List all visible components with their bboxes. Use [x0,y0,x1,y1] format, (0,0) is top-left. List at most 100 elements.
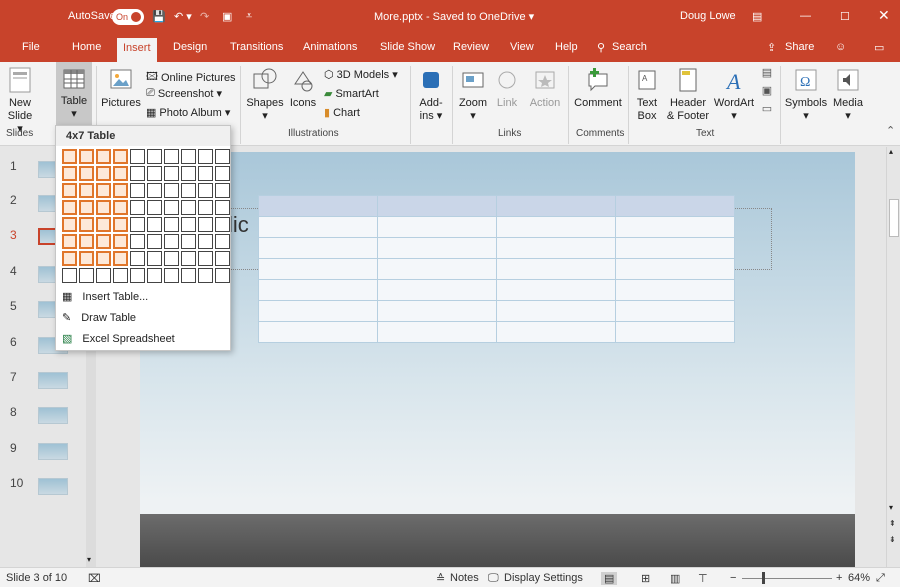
grid-cell[interactable] [113,251,128,266]
normal-view-icon[interactable]: ▤ [601,572,618,585]
grid-cell[interactable] [130,166,145,181]
grid-cell[interactable] [215,149,230,164]
table-grid-picker[interactable] [62,149,230,283]
grid-cell[interactable] [198,166,213,181]
wordart-button[interactable]: A WordArt ▾ [712,66,756,123]
start-from-beginning-icon[interactable]: ▣ [222,10,232,23]
grid-cell[interactable] [62,251,77,266]
grid-cell[interactable] [147,166,162,181]
grid-cell[interactable] [215,268,230,283]
undo-icon[interactable]: ↶ ▾ [174,10,192,23]
tab-help[interactable]: Help [555,41,578,53]
grid-cell[interactable] [164,183,179,198]
grid-cell[interactable] [130,217,145,232]
text-box-button[interactable]: A Text Box [632,66,662,123]
grid-cell[interactable] [181,166,196,181]
slide-thumbnail[interactable] [38,443,68,460]
grid-cell[interactable] [62,149,77,164]
tab-insert[interactable]: Insert [117,38,157,62]
zoom-in-icon[interactable]: + [836,572,842,584]
grid-cell[interactable] [62,234,77,249]
grid-cell[interactable] [130,268,145,283]
zoom-button[interactable]: Zoom ▾ [456,66,490,123]
grid-cell[interactable] [96,217,111,232]
scroll-down-arrow[interactable]: ▾ [889,503,893,512]
grid-cell[interactable] [181,217,196,232]
grid-cell[interactable] [147,149,162,164]
table-preview[interactable] [258,195,735,343]
new-slide-button[interactable]: New Slide ▾ [4,66,36,136]
table-button[interactable]: Table ▾ [56,62,92,128]
grid-cell[interactable] [215,183,230,198]
scroll-up-arrow[interactable]: ▴ [889,147,893,156]
tab-transitions[interactable]: Transitions [230,41,283,53]
slide-thumbnail[interactable] [38,372,68,389]
grid-cell[interactable] [62,217,77,232]
redo-icon[interactable]: ↷ [200,10,209,23]
grid-cell[interactable] [215,234,230,249]
user-name[interactable]: Doug Lowe [680,10,736,22]
grid-cell[interactable] [62,183,77,198]
tab-review[interactable]: Review [453,41,489,53]
autosave-toggle[interactable]: On [112,9,144,25]
grid-cell[interactable] [62,166,77,181]
next-slide-icon[interactable]: ⇟ [889,535,896,544]
grid-cell[interactable] [79,183,94,198]
slide-thumbnail[interactable] [38,478,68,495]
tab-animations[interactable]: Animations [303,41,357,53]
tab-slide-show[interactable]: Slide Show [380,41,435,53]
grid-cell[interactable] [96,268,111,283]
insert-table-menu-item[interactable]: ▦ Insert Table... [62,290,148,304]
grid-cell[interactable] [113,234,128,249]
fit-to-window-icon[interactable]: ⤢ [876,572,885,585]
grid-cell[interactable] [147,234,162,249]
grid-cell[interactable] [198,149,213,164]
scroll-thumb[interactable] [889,199,899,237]
grid-cell[interactable] [130,234,145,249]
grid-cell[interactable] [130,149,145,164]
grid-cell[interactable] [79,268,94,283]
draw-table-menu-item[interactable]: ✎ Draw Table [62,311,136,325]
chart-button[interactable]: ▮ Chart [324,106,360,120]
grid-cell[interactable] [113,217,128,232]
grid-cell[interactable] [147,268,162,283]
vertical-scrollbar[interactable]: ▴ ▾ ⇞ ⇟ [886,147,900,567]
addins-button[interactable]: Add- ins ▾ [414,66,448,123]
grid-cell[interactable] [198,234,213,249]
grid-cell[interactable] [79,251,94,266]
grid-cell[interactable] [198,217,213,232]
zoom-slider-thumb[interactable] [762,572,765,584]
zoom-slider[interactable] [742,578,832,579]
grid-cell[interactable] [79,200,94,215]
slide-thumbnail[interactable] [38,407,68,424]
tab-file[interactable]: File [22,41,40,53]
excel-spreadsheet-menu-item[interactable]: ▧ Excel Spreadsheet [62,332,175,346]
document-title[interactable]: More.pptx - Saved to OneDrive ▾ [374,10,534,23]
grid-cell[interactable] [147,217,162,232]
grid-cell[interactable] [215,166,230,181]
search-box[interactable]: Search [612,41,647,53]
notes-button[interactable]: Notes [450,572,479,584]
icons-button[interactable]: Icons [286,66,320,110]
grid-cell[interactable] [147,200,162,215]
grid-cell[interactable] [79,166,94,181]
grid-cell[interactable] [215,217,230,232]
grid-cell[interactable] [113,200,128,215]
photo-album-button[interactable]: ▦ Photo Album ▾ [146,106,230,119]
zoom-level[interactable]: 64% [848,572,870,584]
scroll-down-arrow[interactable]: ▾ [87,555,91,564]
customize-qat-icon[interactable]: ⩡ [246,10,252,23]
grid-cell[interactable] [113,268,128,283]
online-pictures-button[interactable]: 🖾 Online Pictures [146,68,236,87]
share-button[interactable]: Share [785,41,814,53]
grid-cell[interactable] [79,149,94,164]
grid-cell[interactable] [181,268,196,283]
grid-cell[interactable] [198,183,213,198]
slide-sorter-icon[interactable]: ⊞ [641,572,650,585]
3d-models-button[interactable]: ⬡ 3D Models ▾ [324,68,398,81]
collapse-ribbon-icon[interactable]: ⌃ [886,124,895,137]
grid-cell[interactable] [164,268,179,283]
grid-cell[interactable] [96,234,111,249]
maximize-icon[interactable]: ☐ [840,10,850,23]
ribbon-display-icon[interactable]: ▤ [752,10,762,23]
